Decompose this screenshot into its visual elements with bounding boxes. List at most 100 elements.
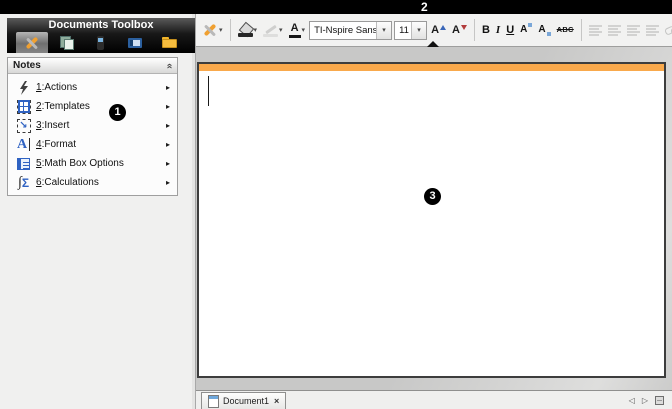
menu-item-label: 1:Actions [36,82,77,93]
lightning-icon [14,80,33,96]
tab-page-sorter[interactable] [51,32,83,53]
tools-wrench-icon [202,23,218,37]
document-tab[interactable]: Document1 × [201,392,286,409]
text-color-button[interactable]: A ▾ [287,18,308,42]
dropdown-caret-icon[interactable]: ▾ [376,22,391,39]
previous-page-icon[interactable]: ◁ [629,396,635,405]
toolbar-separator [581,19,582,41]
strikethrough-button[interactable]: ABC [555,18,576,42]
document-tab-bar: Document1 × ◁ ▷ [196,390,672,409]
document-workspace [196,47,672,390]
document-tab-label: Document1 [223,396,269,406]
submenu-arrow-icon: ▸ [166,103,170,111]
documents-toolbox-panel: Documents Toolbox [0,14,196,409]
superscript-button[interactable]: A [518,18,534,42]
menu-item-actions[interactable]: 1:Actions ▸ [8,78,177,97]
line-color-button[interactable]: ▾ [261,18,285,42]
page-overview-icon[interactable] [655,396,664,405]
callout-1: 1 [109,104,126,121]
align-right-icon [627,25,640,36]
tab-utilities[interactable] [119,32,151,53]
notes-menu: 1:Actions ▸ 2:Templates ▸ ↘ 3:Insert ▸ [8,74,177,192]
dropdown-caret-icon[interactable]: ▾ [411,22,426,39]
notes-panel: Notes « 1:Actions ▸ 2:Templates ▸ [7,57,178,196]
handheld-icon [97,36,104,50]
callout-2: 2 [421,0,428,14]
integral-sigma-icon: ∫Σ [14,175,33,191]
menu-item-label: 3:Insert [36,120,69,131]
font-size-increase-button[interactable]: A [429,18,448,42]
menu-item-label: 5:Math Box Options [36,158,124,169]
submenu-arrow-icon: ▸ [166,122,170,130]
document-page[interactable] [197,62,666,378]
align-center-button[interactable] [606,18,623,42]
folder-icon [162,37,177,48]
submenu-arrow-icon: ▸ [166,141,170,149]
tab-content-explorer[interactable] [154,32,186,53]
menu-item-label: 4:Format [36,139,76,150]
active-page-accent-bar [199,64,664,71]
font-size-value: 11 [395,25,411,36]
dropdown-caret-icon: ▾ [254,26,258,34]
insert-arrow-icon: ↘ [14,118,33,134]
notes-panel-title: Notes [13,60,41,71]
text-caret [208,76,209,106]
menu-item-label: 6:Calculations [36,177,99,188]
font-size-select[interactable]: 11 ▾ [394,21,427,40]
toolbox-tab-strip [7,32,195,53]
menu-item-calculations[interactable]: ∫Σ 6:Calculations ▸ [8,173,177,192]
paint-bucket-icon [238,23,253,37]
align-left-icon [589,25,602,36]
submenu-arrow-icon: ▸ [166,160,170,168]
font-family-select[interactable]: TI-Nspire Sans ▾ [309,21,392,40]
submenu-arrow-icon: ▸ [166,84,170,92]
templates-grid-icon [14,99,33,115]
subscript-button[interactable]: A [536,18,552,42]
math-box-icon [14,156,33,172]
up-triangle-icon [440,25,446,30]
submenu-arrow-icon: ▸ [166,179,170,187]
align-right-button[interactable] [625,18,642,42]
top-annotation-bar: 2 [0,0,672,14]
document-icon [208,395,219,408]
align-center-icon [608,25,621,36]
next-page-icon[interactable]: ▷ [642,396,648,405]
insert-tools-button[interactable]: ▾ [200,18,225,42]
toolbar-separator [230,19,231,41]
close-icon[interactable]: × [274,396,279,406]
book-icon [128,38,142,48]
menu-item-templates[interactable]: 2:Templates ▸ [8,97,177,116]
menu-item-format[interactable]: A 4:Format ▸ [8,135,177,154]
collapse-chevrons-icon[interactable]: « [164,63,174,69]
pen-icon [263,23,278,37]
underline-button[interactable]: U [504,18,516,42]
tab-smartview[interactable] [85,32,117,53]
text-color-icon: A [289,23,301,38]
align-justify-button[interactable] [644,18,661,42]
menu-item-label: 2:Templates [36,101,90,112]
tools-wrench-icon [24,36,40,50]
dropdown-caret-icon: ▾ [279,26,283,34]
align-left-button[interactable] [587,18,604,42]
down-triangle-icon [461,25,467,30]
page-navigation: ◁ ▷ [629,396,672,409]
hyperlink-button[interactable] [663,18,672,42]
italic-button[interactable]: I [494,18,502,42]
menu-item-insert[interactable]: ↘ 3:Insert ▸ [8,116,177,135]
superscript-mark-icon [528,23,532,27]
dropdown-caret-icon: ▾ [302,26,306,34]
notes-panel-header[interactable]: Notes « [8,58,177,74]
align-justify-icon [646,25,659,36]
format-letter-icon: A [14,137,33,153]
callout-3: 3 [424,188,441,205]
font-size-decrease-button[interactable]: A [450,18,469,42]
subscript-mark-icon [547,32,551,36]
font-family-value: TI-Nspire Sans [310,25,376,36]
link-chain-icon [665,25,672,35]
fill-color-button[interactable]: ▾ [236,18,260,42]
documents-toolbox-header: Documents Toolbox [7,18,195,53]
bold-button[interactable]: B [480,18,492,42]
menu-item-math-box-options[interactable]: 5:Math Box Options ▸ [8,154,177,173]
tab-document-tools[interactable] [16,32,48,53]
page-sorter-icon [60,36,74,49]
